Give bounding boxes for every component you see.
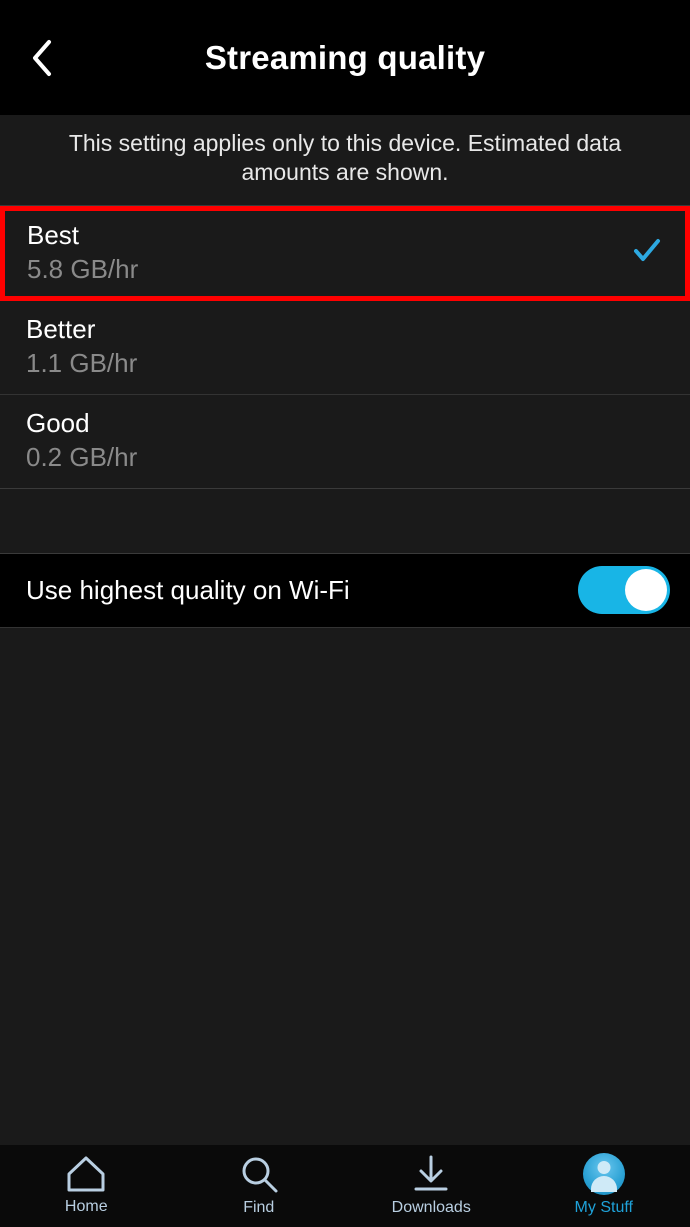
tab-label: Downloads [392, 1199, 471, 1217]
avatar-icon [583, 1153, 625, 1195]
tab-home[interactable]: Home [0, 1154, 173, 1216]
page-title: Streaming quality [205, 39, 485, 77]
content: This setting applies only to this device… [0, 115, 690, 1145]
option-subtitle: 1.1 GB/hr [26, 347, 137, 380]
header: Streaming quality [0, 0, 690, 115]
tab-label: Find [243, 1199, 274, 1217]
tab-label: My Stuff [575, 1199, 633, 1217]
option-title: Better [26, 313, 137, 346]
wifi-quality-toggle[interactable] [578, 566, 670, 614]
wifi-quality-row[interactable]: Use highest quality on Wi-Fi [0, 554, 690, 628]
content-spacer [0, 628, 690, 1146]
tab-downloads[interactable]: Downloads [345, 1153, 518, 1217]
tab-find[interactable]: Find [173, 1153, 346, 1217]
quality-option-best[interactable]: Best 5.8 GB/hr [0, 206, 690, 301]
description-text: This setting applies only to this device… [0, 115, 690, 205]
tab-label: Home [65, 1198, 108, 1216]
check-icon [631, 234, 663, 271]
option-title: Best [27, 219, 138, 252]
quality-option-good[interactable]: Good 0.2 GB/hr [0, 395, 690, 488]
option-labels: Better 1.1 GB/hr [26, 313, 137, 380]
search-icon [238, 1153, 280, 1195]
option-subtitle: 0.2 GB/hr [26, 441, 137, 474]
back-button[interactable] [22, 38, 62, 78]
quality-option-better[interactable]: Better 1.1 GB/hr [0, 301, 690, 395]
option-subtitle: 5.8 GB/hr [27, 253, 138, 286]
option-labels: Best 5.8 GB/hr [27, 219, 138, 286]
tab-mystuff[interactable]: My Stuff [518, 1153, 690, 1217]
bottom-tabbar: Home Find Downloads My Stuff [0, 1145, 690, 1227]
option-labels: Good 0.2 GB/hr [26, 407, 137, 474]
option-title: Good [26, 407, 137, 440]
screen: Streaming quality This setting applies o… [0, 0, 690, 1227]
quality-options-group: Best 5.8 GB/hr Better 1.1 GB/hr Good [0, 205, 690, 488]
toggle-knob [625, 569, 667, 611]
home-icon [65, 1154, 107, 1194]
wifi-quality-label: Use highest quality on Wi-Fi [26, 575, 350, 606]
chevron-left-icon [29, 38, 55, 78]
section-gap [0, 488, 690, 554]
download-icon [410, 1153, 452, 1195]
